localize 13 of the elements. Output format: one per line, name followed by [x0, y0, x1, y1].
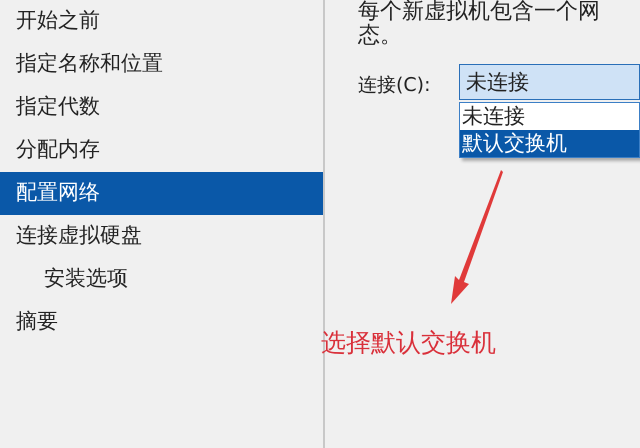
dropdown-option[interactable]: 未连接 [460, 103, 639, 130]
sidebar-item[interactable]: 开始之前 [0, 0, 323, 43]
sidebar-item[interactable]: 分配内存 [0, 129, 323, 172]
connection-label: 连接(C): [358, 73, 432, 98]
dropdown-option[interactable]: 默认交换机 [460, 130, 639, 157]
connection-dropdown[interactable]: 未连接 [459, 64, 640, 100]
sidebar-item[interactable]: 摘要 [0, 301, 323, 344]
sidebar-item[interactable]: 指定代数 [0, 86, 323, 129]
sidebar-item[interactable]: 连接虚拟硬盘 [0, 215, 323, 258]
sidebar-item[interactable]: 安装选项 [0, 258, 323, 301]
annotation-text: 选择默认交换机 [321, 327, 496, 359]
sidebar-item[interactable]: 指定名称和位置 [0, 43, 323, 86]
sidebar-item[interactable]: 配置网络 [0, 172, 323, 215]
